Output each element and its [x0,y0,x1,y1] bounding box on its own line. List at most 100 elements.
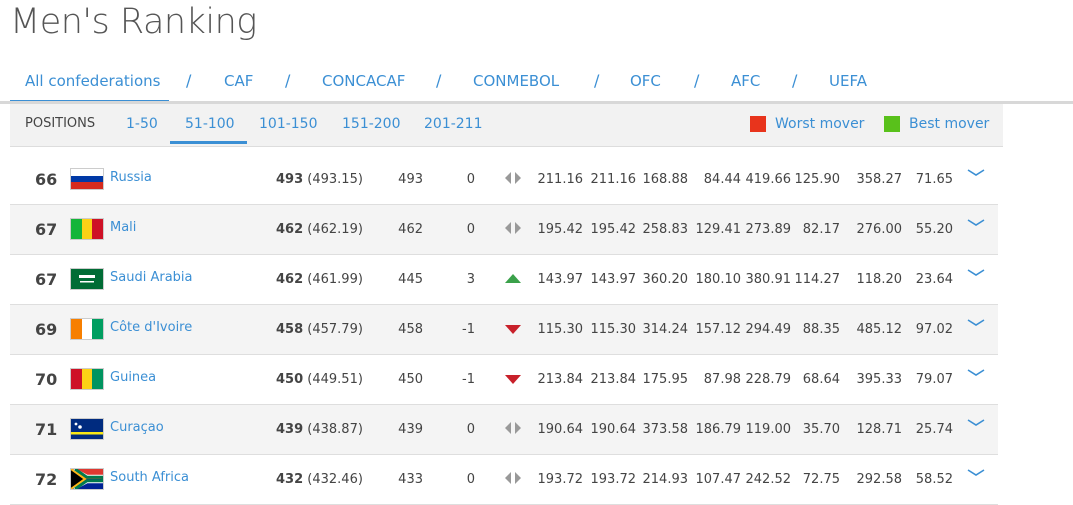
flag-icon [70,218,104,240]
previous-points: 433 [398,472,423,487]
range-1-50[interactable]: 1-50 [126,116,158,132]
team-link[interactable]: South Africa [110,470,189,485]
stat-value: 193.72 [537,472,584,487]
stat-value: 175.95 [642,372,689,387]
no-change-icon [505,422,521,434]
rank-change: 0 [466,472,475,487]
previous-points: 493 [398,172,423,187]
points-exact: (461.99) [307,272,363,287]
tab-conmebol[interactable]: CONMEBOL [473,72,559,90]
table-row[interactable]: 72 South Africa 432 (432.46) 433 0 193.72 193.… [10,455,998,505]
stat-value: 190.64 [537,422,584,437]
tab-concacaf[interactable]: CONCACAF [322,72,405,90]
range-101-150[interactable]: 101-150 [259,116,318,132]
points-total: 432 [276,472,304,487]
points-exact: (457.79) [307,322,363,337]
tab-afc[interactable]: AFC [731,72,760,90]
team-link[interactable]: Côte d'Ivoire [110,320,192,335]
stat-value: 72.75 [802,472,840,487]
tab-ofc[interactable]: OFC [630,72,661,90]
points-total: 439 [276,422,304,437]
chevron-down-icon[interactable] [966,318,986,328]
positions-label: POSITIONS [25,116,96,131]
tab-separator: / [594,71,600,90]
best-mover-swatch [884,116,900,132]
flag-icon [70,318,104,340]
stat-value: 190.64 [590,422,637,437]
stat-value: 23.64 [915,272,953,287]
stat-value: 82.17 [802,222,840,237]
team-link[interactable]: Mali [110,220,136,235]
range-51-100[interactable]: 51-100 [185,116,235,132]
team-link[interactable]: Guinea [110,370,156,385]
rank: 72 [35,470,58,489]
tab-all-confederations[interactable]: All confederations [25,72,160,90]
tab-separator: / [694,71,700,90]
stat-value: 35.70 [802,422,840,437]
rank: 66 [35,170,58,189]
chevron-down-icon[interactable] [966,218,986,228]
stat-value: 71.65 [915,172,953,187]
team-link[interactable]: Curaçao [110,420,164,435]
stat-value: 211.16 [537,172,584,187]
team-link[interactable]: Russia [110,170,152,185]
positions-bar: POSITIONS 1-50 51-100 101-150 151-200 20… [10,104,1003,147]
chevron-down-icon[interactable] [966,468,986,478]
trend-down-icon [505,375,521,384]
no-change-icon [505,222,521,234]
stat-value: 58.52 [915,472,953,487]
rank-change: 3 [466,272,475,287]
table-row[interactable]: 67 Mali 462 (462.19) 462 0 195.42 195.42 258.83… [10,205,998,255]
page-title: Men's Ranking [10,2,257,42]
previous-points: 445 [398,272,423,287]
points-exact: (493.15) [307,172,363,187]
team-link[interactable]: Saudi Arabia [110,270,193,285]
chevron-down-icon[interactable] [966,418,986,428]
stat-value: 373.58 [642,422,689,437]
points-exact: (432.46) [307,472,363,487]
stat-value: 25.74 [915,422,953,437]
table-row[interactable]: 71 Curaçao 439 (438.87) 439 0 190.64 190.64 373… [10,405,998,455]
points-exact: (462.19) [307,222,363,237]
no-change-icon [505,472,521,484]
table-row[interactable]: 69 Côte d'Ivoire 458 (457.79) 458 -1 115.30 11… [10,305,998,355]
rank: 70 [35,370,58,389]
stat-value: 55.20 [915,222,953,237]
table-row[interactable]: 70 Guinea 450 (449.51) 450 -1 213.84 213.84 175… [10,355,998,405]
rank-change: 0 [466,172,475,187]
range-151-200[interactable]: 151-200 [342,116,401,132]
flag-icon [70,268,104,290]
stat-value: 314.24 [642,322,689,337]
points-total: 493 [276,172,304,187]
stat-value: 97.02 [915,322,953,337]
points-total: 462 [276,222,304,237]
chevron-down-icon[interactable] [966,268,986,278]
stat-value: 213.84 [537,372,584,387]
stat-value: 88.35 [802,322,840,337]
chevron-down-icon[interactable] [966,168,986,178]
stat-value: 143.97 [537,272,584,287]
stat-value: 143.97 [590,272,637,287]
previous-points: 450 [398,372,423,387]
confederation-tabs: All confederations / CAF / CONCACAF / CO… [0,58,1073,103]
tab-uefa[interactable]: UEFA [829,72,867,90]
chevron-down-icon[interactable] [966,368,986,378]
no-change-icon [505,172,521,184]
flag-icon [70,168,104,190]
points-total: 458 [276,322,304,337]
stat-value: 68.64 [802,372,840,387]
stat-value: 195.42 [590,222,637,237]
worst-mover-label: Worst mover [775,116,865,132]
stat-value: 213.84 [590,372,637,387]
active-range-indicator [170,141,247,144]
tab-separator: / [186,71,192,90]
range-201-211[interactable]: 201-211 [424,116,483,132]
flag-icon [70,418,104,440]
table-row[interactable]: 66 Russia 493 (493.15) 493 0 211.16 211.16 168.… [10,155,998,205]
stat-value: 125.90 [794,172,841,187]
tab-caf[interactable]: CAF [224,72,253,90]
rank-change: 0 [466,222,475,237]
table-row[interactable]: 67 Saudi Arabia 462 (461.99) 445 3 143.97 143.… [10,255,998,305]
tab-separator: / [436,71,442,90]
stat-value: 115.30 [537,322,584,337]
